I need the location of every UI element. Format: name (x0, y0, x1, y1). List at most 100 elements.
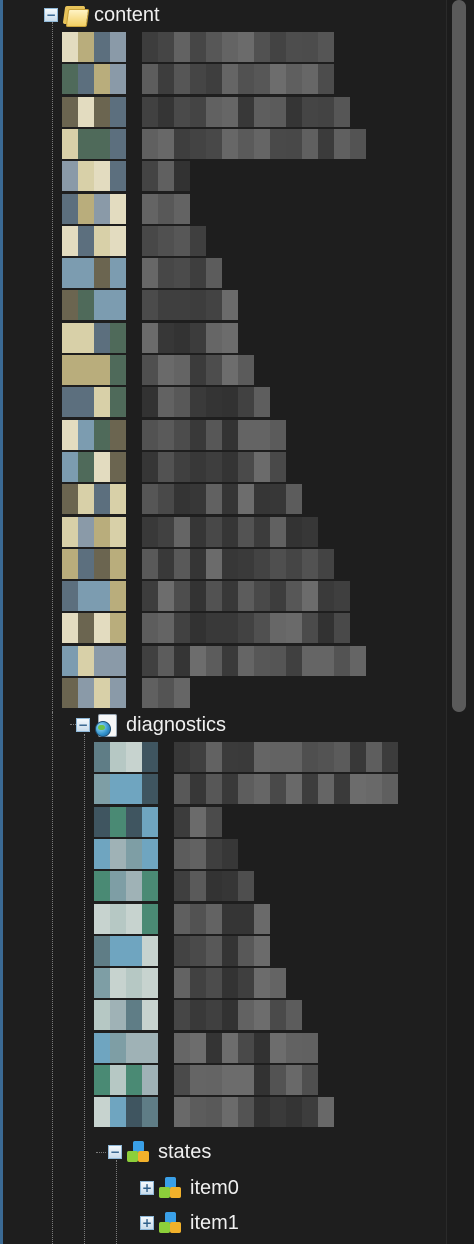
redacted-pixel (206, 581, 222, 612)
redacted-pixel (126, 774, 142, 805)
collapse-toggle[interactable]: − (44, 8, 58, 22)
redacted-row[interactable] (0, 871, 446, 902)
redacted-row[interactable] (0, 613, 446, 644)
redacted-pixel (158, 128, 174, 159)
redacted-pixel (382, 742, 398, 772)
redacted-row[interactable] (0, 387, 446, 418)
tree-node-item0[interactable]: + item0 (140, 1173, 239, 1203)
expand-toggle[interactable]: + (140, 1216, 154, 1230)
redacted-pixel (334, 645, 350, 676)
redacted-pixel (366, 774, 382, 805)
redacted-pixel (62, 484, 78, 515)
redacted-pixel (222, 128, 238, 159)
redacted-pixel (206, 451, 222, 482)
redacted-row[interactable] (0, 451, 446, 482)
redacted-row[interactable] (0, 419, 446, 450)
redacted-pixel (158, 484, 174, 515)
redacted-row[interactable] (0, 548, 446, 579)
redacted-row[interactable] (0, 1000, 446, 1031)
redacted-pixel (366, 742, 382, 772)
collapse-toggle[interactable]: − (108, 1145, 122, 1159)
redacted-pixel (190, 645, 206, 676)
tree-node-label: content (94, 3, 160, 26)
tree-node-diagnostics[interactable]: − diagnostics (76, 710, 226, 740)
redacted-pixel (190, 387, 206, 418)
redacted-row[interactable] (0, 32, 446, 62)
redacted-pixel (206, 838, 222, 869)
redacted-row[interactable] (0, 161, 446, 192)
redacted-pixel (334, 128, 350, 159)
redacted-pixel (94, 935, 110, 966)
redacted-row[interactable] (0, 355, 446, 385)
redacted-pixel (142, 613, 158, 644)
redacted-pixel (222, 387, 238, 418)
redacted-row[interactable] (0, 903, 446, 934)
redacted-pixel (110, 32, 126, 62)
redacted-row[interactable] (0, 64, 446, 95)
redacted-pixel (158, 451, 174, 482)
redacted-pixel (94, 1097, 110, 1128)
redacted-row[interactable] (0, 516, 446, 547)
redacted-pixel (94, 355, 110, 385)
redacted-row[interactable] (0, 258, 446, 289)
collapse-toggle[interactable]: − (76, 718, 90, 732)
blocks-icon (158, 1176, 182, 1200)
redacted-row[interactable] (0, 838, 446, 869)
redacted-row[interactable] (0, 935, 446, 966)
redacted-pixel (142, 484, 158, 515)
redacted-row[interactable] (0, 1032, 446, 1063)
redacted-pixel (110, 645, 126, 676)
redacted-row[interactable] (0, 193, 446, 224)
redacted-pixel (158, 419, 174, 450)
redacted-pixel (222, 774, 238, 805)
redacted-row[interactable] (0, 128, 446, 159)
redacted-row[interactable] (0, 1097, 446, 1128)
redacted-pixel (78, 451, 94, 482)
redacted-row[interactable] (0, 678, 446, 708)
redacted-pixel (254, 1032, 270, 1063)
redacted-pixel (254, 516, 270, 547)
redacted-pixel (110, 387, 126, 418)
redacted-pixel (110, 225, 126, 256)
redacted-row[interactable] (0, 1065, 446, 1095)
redacted-pixel (110, 1000, 126, 1031)
redacted-pixel (158, 32, 174, 62)
redacted-pixel (158, 645, 174, 676)
redacted-pixel (142, 451, 158, 482)
tree-node-states[interactable]: − states (108, 1137, 211, 1167)
redacted-pixel (190, 1000, 206, 1031)
redacted-pixel (142, 516, 158, 547)
expand-toggle[interactable]: + (140, 1181, 154, 1195)
scrollbar-thumb[interactable] (452, 0, 466, 712)
redacted-pixel (158, 387, 174, 418)
redacted-pixel (206, 484, 222, 515)
redacted-pixel (174, 355, 190, 385)
redacted-pixel (206, 516, 222, 547)
redacted-pixel (206, 290, 222, 321)
redacted-row[interactable] (0, 96, 446, 127)
redacted-pixel (142, 1097, 158, 1128)
redacted-row[interactable] (0, 290, 446, 321)
redacted-row[interactable] (0, 806, 446, 837)
redacted-row[interactable] (0, 322, 446, 353)
tree-node-content[interactable]: − content (44, 0, 160, 30)
redacted-pixel (270, 484, 286, 515)
redacted-pixel (174, 322, 190, 353)
redacted-row[interactable] (0, 581, 446, 612)
tree-node-item1[interactable]: + item1 (140, 1208, 239, 1238)
redacted-pixel (94, 451, 110, 482)
redacted-row[interactable] (0, 774, 446, 805)
redacted-pixel (110, 451, 126, 482)
redacted-pixel (142, 774, 158, 805)
redacted-row[interactable] (0, 484, 446, 515)
redacted-pixel (238, 871, 254, 902)
redacted-row[interactable] (0, 968, 446, 999)
redacted-pixel (174, 516, 190, 547)
redacted-row[interactable] (0, 225, 446, 256)
redacted-pixel (206, 32, 222, 62)
redacted-row[interactable] (0, 742, 446, 772)
redacted-pixel (94, 1065, 110, 1095)
redacted-pixel (142, 903, 158, 934)
redacted-row[interactable] (0, 645, 446, 676)
redacted-pixel (110, 613, 126, 644)
